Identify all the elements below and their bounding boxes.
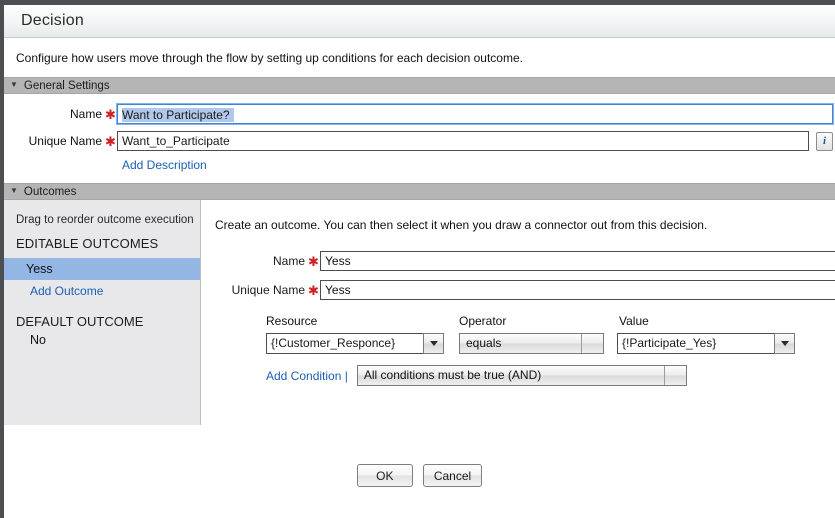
condition-logic-value: All conditions must be true (AND) <box>358 366 664 385</box>
add-description-row: Add Description <box>4 158 835 172</box>
add-outcome-link[interactable]: Add Outcome <box>30 284 103 298</box>
collapse-twisty-icon[interactable]: ▼ <box>10 81 18 89</box>
name-input-value: Want to Participate? <box>118 105 230 124</box>
collapse-twisty-icon-outcomes[interactable]: ▼ <box>10 187 18 195</box>
unique-name-input[interactable]: Want_to_Participate <box>117 131 809 151</box>
condition-logic-dropdown-arrow-icon[interactable] <box>664 366 686 385</box>
add-description-link[interactable]: Add Description <box>122 158 207 172</box>
outcome-list-item-yess[interactable]: Yess <box>4 258 200 280</box>
section-header-general-settings[interactable]: ▼ General Settings <box>4 77 835 94</box>
ok-button[interactable]: OK <box>357 464 413 487</box>
condition-row: {!Customer_Responce} equals <box>266 333 835 354</box>
condition-logic-combobox[interactable]: All conditions must be true (AND) <box>357 365 687 386</box>
add-condition-row: Add Condition | All conditions must be t… <box>266 365 835 386</box>
drag-reorder-hint: Drag to reorder outcome execution <box>4 214 200 226</box>
general-settings-body: Name ✱ Want to Participate? Unique Name … <box>4 94 835 183</box>
decision-dialog: Decision Configure how users move throug… <box>0 0 835 518</box>
add-condition-link[interactable]: Add Condition | <box>266 369 348 383</box>
outcome-name-row: Name ✱ Yess <box>215 251 835 271</box>
outcome-unique-name-row: Unique Name ✱ Yess <box>215 280 835 300</box>
outcome-name-required-marker: ✱ <box>307 255 320 268</box>
info-icon[interactable]: i <box>816 132 833 151</box>
unique-name-label: Unique Name <box>4 134 104 148</box>
value-combobox[interactable]: {!Participate_Yes} <box>617 333 795 354</box>
operator-value: equals <box>460 334 581 353</box>
resource-dropdown-arrow-icon[interactable] <box>423 333 444 354</box>
chevron-down-icon <box>781 341 789 346</box>
outcome-detail-pane: Create an outcome. You can then select i… <box>201 200 835 425</box>
name-input[interactable]: Want to Participate? <box>117 104 833 124</box>
outcome-unique-name-input[interactable]: Yess <box>320 280 835 300</box>
outcome-name-input[interactable]: Yess <box>320 251 835 271</box>
outcome-unique-name-label: Unique Name <box>215 283 307 297</box>
resource-column-header: Resource <box>266 314 459 328</box>
outcome-detail-intro: Create an outcome. You can then select i… <box>215 218 835 232</box>
resource-input[interactable]: {!Customer_Responce} <box>266 333 423 354</box>
dialog-titlebar: Decision <box>4 5 835 38</box>
value-input[interactable]: {!Participate_Yes} <box>617 333 774 354</box>
value-dropdown-arrow-icon[interactable] <box>774 333 795 354</box>
default-outcome-group-label: DEFAULT OUTCOME <box>4 314 200 329</box>
section-title-general-settings: General Settings <box>24 80 110 92</box>
resource-combobox[interactable]: {!Customer_Responce} <box>266 333 444 354</box>
name-field-row: Name ✱ Want to Participate? <box>4 104 835 124</box>
operator-dropdown-arrow-icon[interactable] <box>581 334 603 353</box>
outcome-name-label: Name <box>215 254 307 268</box>
default-outcome-item-no[interactable]: No <box>4 333 200 347</box>
condition-builder: Resource Operator Value {!Customer_Respo… <box>215 314 835 386</box>
editable-outcomes-group-label: EDITABLE OUTCOMES <box>4 236 200 251</box>
operator-combobox[interactable]: equals <box>459 333 604 354</box>
dialog-description: Configure how users move through the flo… <box>4 38 835 77</box>
condition-column-headers: Resource Operator Value <box>266 314 835 328</box>
section-header-outcomes[interactable]: ▼ Outcomes <box>4 183 835 200</box>
outcomes-sidebar: Drag to reorder outcome execution EDITAB… <box>4 200 201 425</box>
chevron-down-icon <box>430 341 438 346</box>
unique-name-required-marker: ✱ <box>104 135 117 148</box>
name-required-marker: ✱ <box>104 108 117 121</box>
section-title-outcomes: Outcomes <box>24 186 76 198</box>
outcomes-body: Drag to reorder outcome execution EDITAB… <box>4 200 835 425</box>
outcome-unique-name-required-marker: ✱ <box>307 284 320 297</box>
dialog-footer: OK Cancel <box>4 464 835 487</box>
operator-column-header: Operator <box>459 314 619 328</box>
value-column-header: Value <box>619 314 819 328</box>
add-outcome-row: Add Outcome <box>4 280 200 302</box>
cancel-button[interactable]: Cancel <box>423 464 482 487</box>
unique-name-field-row: Unique Name ✱ Want_to_Participate i <box>4 131 835 151</box>
name-label: Name <box>4 107 104 121</box>
dialog-title: Decision <box>21 12 84 30</box>
name-input-selection-wrap: Want to Participate? <box>118 105 230 124</box>
